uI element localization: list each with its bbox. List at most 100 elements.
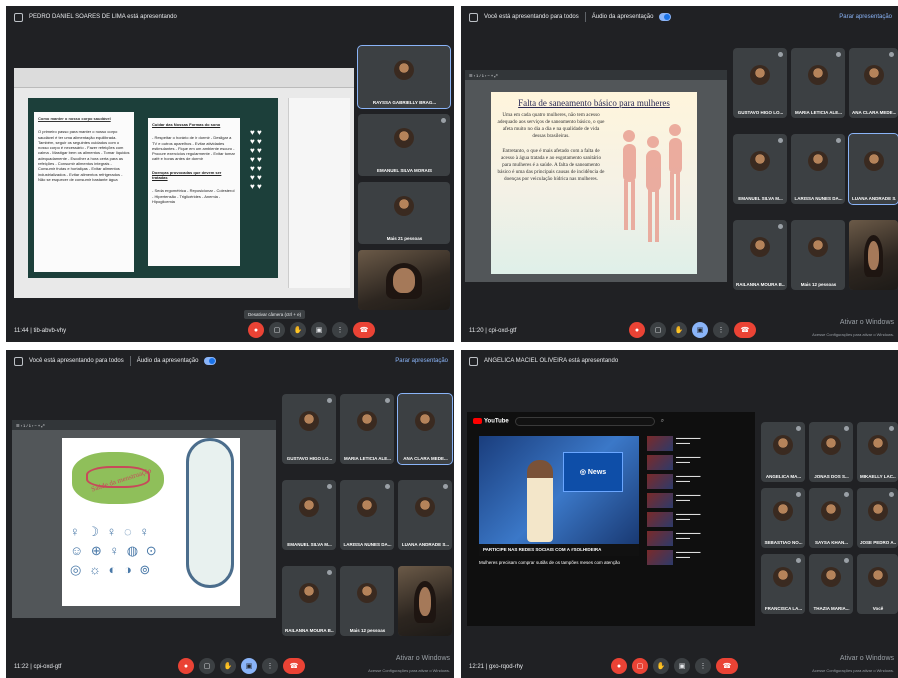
participant-tile[interactable]: LARISSA NUNES DA... (340, 480, 394, 550)
pad-illustration (186, 438, 234, 588)
present-button[interactable]: ▣ (311, 322, 327, 338)
participant-name: THAZIA MARIA... (813, 606, 850, 611)
mic-toggle-button[interactable]: ● (178, 658, 194, 674)
participant-tile[interactable]: THAZIA MARIA... (809, 554, 853, 614)
more-options-button[interactable]: ⋮ (332, 322, 348, 338)
participant-tile[interactable]: MARIA LETICIA ALE... (340, 394, 394, 464)
video-player[interactable]: ◎ News PARTICIPE NAS REDES SOCIAIS COM A… (479, 436, 639, 556)
pdf-viewer: ☰ ‹ 1 / 1 › − + ⤢ Saúde da menstruação ♀… (12, 420, 276, 618)
recommended-item[interactable]: ▬▬▬▬▬▬▬ ▬▬▬▬ (647, 493, 747, 508)
participant-tile[interactable]: ANGELICA MA... (761, 422, 805, 482)
tv-screen: ◎ News (563, 452, 623, 492)
mic-off-icon (441, 118, 446, 123)
search-icon[interactable]: ⌕ (661, 418, 664, 425)
self-tile[interactable]: Você (857, 554, 898, 614)
present-button[interactable]: ▣ (241, 658, 257, 674)
mic-off-icon (778, 224, 783, 229)
participant-tile[interactable]: LUANA ANDRADE S... (848, 133, 898, 205)
participant-tile[interactable]: SAYSA KHAN... (809, 488, 853, 548)
participant-tile[interactable]: JONAS DOS S... (809, 422, 853, 482)
raise-hand-button[interactable]: ✋ (671, 322, 687, 338)
participant-tile[interactable]: RAYSSA GABRIELLY BRAG... (357, 45, 451, 109)
participant-tile[interactable]: MARIA LETICIA ALE... (791, 48, 845, 118)
meeting-controls: ● ▢ ✋ ▣ ⋮ ☎ (248, 322, 375, 338)
more-options-button[interactable]: ⋮ (262, 658, 278, 674)
leave-call-button[interactable]: ☎ (353, 322, 375, 338)
more-people-tile[interactable]: Mais 12 pessoas (340, 566, 394, 636)
participant-tile[interactable]: EMANUEL SILVA M... (282, 480, 336, 550)
participant-tile[interactable]: JOSE PEDRO A... (857, 488, 898, 548)
recommended-item[interactable]: ▬▬▬▬▬▬▬ ▬▬▬▬ (647, 550, 747, 565)
more-options-button[interactable]: ⋮ (695, 658, 711, 674)
participant-tile[interactable]: MIKAELLY LAC... (857, 422, 898, 482)
audio-toggle[interactable] (204, 357, 217, 365)
stop-presenting-link[interactable]: Parar apresentação (395, 358, 448, 364)
recommended-item[interactable]: ▬▬▬▬▬▬▬ ▬▬▬▬ (647, 512, 747, 527)
camera-toggle-button[interactable]: ▢ (199, 658, 215, 674)
present-button[interactable]: ▣ (674, 658, 690, 674)
avatar (394, 195, 414, 216)
participant-tile[interactable]: EMANUEL SILVA MORAIS (358, 114, 450, 176)
participant-tile[interactable]: ANA CLARA MEDE... (849, 48, 898, 118)
more-people-tile[interactable]: Mais 21 pessoas (358, 182, 450, 244)
recommended-item[interactable]: ▬▬▬▬▬▬▬ ▬▬▬▬ (647, 474, 747, 489)
audio-toggle[interactable] (659, 13, 672, 21)
mic-off-icon (796, 492, 801, 497)
camera-toggle-button[interactable]: ▢ (632, 658, 648, 674)
mic-off-icon (836, 138, 841, 143)
participant-name: LUANA ANDRADE S... (401, 542, 450, 547)
participant-tile[interactable]: ANA CLARA MEDE... (397, 393, 453, 465)
recommended-item[interactable]: ▬▬▬▬▬▬▬ ▬▬▬▬ (647, 531, 747, 546)
mic-toggle-button[interactable]: ● (248, 322, 264, 338)
mic-off-icon (327, 484, 332, 489)
pdf-toolbar: ☰ ‹ 1 / 1 › − + ⤢ (12, 420, 276, 430)
raise-hand-button[interactable]: ✋ (220, 658, 236, 674)
stop-presenting-link[interactable]: Parar apresentação (839, 14, 892, 20)
doc-left-text: O primeiro passo para manter o nosso cor… (38, 129, 130, 182)
youtube-logo[interactable]: YouTube (473, 417, 509, 424)
mic-off-icon (836, 52, 841, 57)
control-bar: 12:21 | gxo-rqod-rhy ● ▢ ✋ ▣ ⋮ ☎ Ativar … (461, 650, 898, 678)
recommended-item[interactable]: ▬▬▬▬▬▬▬ ▬▬▬▬ (647, 436, 747, 451)
participant-tile[interactable]: EMANUEL SILVA M... (733, 134, 787, 204)
camera-toggle-button[interactable]: ▢ (650, 322, 666, 338)
camera-toggle-button[interactable]: ▢ (269, 322, 285, 338)
self-camera-tile[interactable] (358, 250, 450, 310)
participant-tile[interactable]: RAILANNA MOURA B... (282, 566, 336, 636)
present-button[interactable]: ▣ (692, 322, 708, 338)
participant-name: LARISSA NUNES DA... (343, 542, 392, 547)
participant-tile[interactable]: LUANA ANDRADE S... (398, 480, 452, 550)
meeting-code: 11:22 | cpi-oxd-gtf (14, 664, 62, 670)
mic-toggle-button[interactable]: ● (629, 322, 645, 338)
mic-off-icon (778, 138, 783, 143)
recommended-item[interactable]: ▬▬▬▬▬▬▬ ▬▬▬▬ (647, 455, 747, 470)
mic-off-icon (844, 492, 849, 497)
more-options-button[interactable]: ⋮ (713, 322, 729, 338)
participant-name: MARIA LETICIA ALE... (795, 110, 842, 115)
leave-call-button[interactable]: ☎ (283, 658, 305, 674)
participant-tile[interactable]: RAILANNA MOURA B... (733, 220, 787, 290)
youtube-search-input[interactable] (514, 416, 655, 426)
news-banner: PARTICIPE NAS REDES SOCIAIS COM A #SOLHI… (479, 544, 639, 556)
raise-hand-button[interactable]: ✋ (653, 658, 669, 674)
self-camera-tile[interactable] (849, 220, 898, 290)
women-illustration (623, 124, 682, 242)
more-people-tile[interactable]: Mais 12 pessoas (791, 220, 845, 290)
mic-toggle-button[interactable]: ● (611, 658, 627, 674)
self-camera-tile[interactable] (398, 566, 452, 636)
participant-tile[interactable]: GUSTAVO HIGO LO... (733, 48, 787, 118)
mic-off-icon (385, 484, 390, 489)
participant-name: FRANCISCA LA... (764, 606, 803, 611)
icon-grid: ♀ ☽ ♀ ◌ ♀ ☺ ⊕ ♀ ◍ ⊙ ◎ ☼ ◐ ◑ ⊚ (70, 524, 159, 577)
mic-off-icon (889, 52, 894, 57)
leave-call-button[interactable]: ☎ (716, 658, 738, 674)
participant-tile[interactable]: LARISSA NUNES DA... (791, 134, 845, 204)
leave-call-button[interactable]: ☎ (734, 322, 756, 338)
raise-hand-button[interactable]: ✋ (290, 322, 306, 338)
participant-name: EMANUEL SILVA M... (287, 542, 332, 547)
meet-window-bottom-left: Você está apresentando para todos Áudio … (6, 350, 454, 678)
participant-tile[interactable]: SEBASTIAO NO... (761, 488, 805, 548)
participant-tile[interactable]: FRANCISCA LA... (761, 554, 805, 614)
participant-tile[interactable]: GUSTAVO HIGO LO... (282, 394, 336, 464)
presenter-bar: Você está apresentando para todos Áudio … (461, 6, 898, 28)
